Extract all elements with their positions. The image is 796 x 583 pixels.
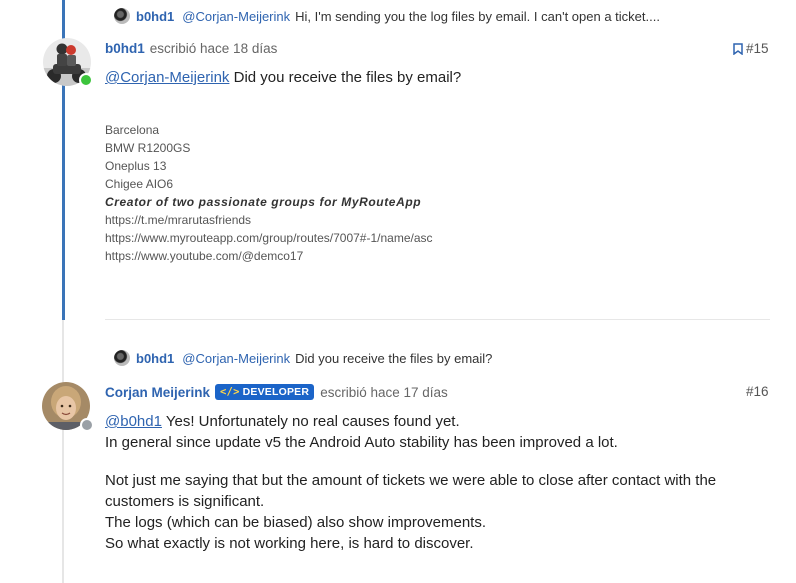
post-text: customers is significant. (105, 493, 265, 510)
post-text: The logs (which can be biased) also show… (105, 514, 487, 531)
post-divider (105, 319, 770, 320)
post-username[interactable]: b0hd1 (105, 41, 145, 56)
developer-badge[interactable]: </> DEVELOPER (215, 384, 315, 400)
post-paragraph: @b0hd1 Yes! Unfortunately no real causes… (105, 411, 785, 432)
online-status-icon (79, 73, 93, 87)
reply-username[interactable]: b0hd1 (136, 351, 174, 366)
offline-status-icon (80, 418, 94, 432)
post-text: Not just me saying that but the amount o… (105, 472, 717, 489)
post-number[interactable]: #15 (733, 41, 769, 56)
post-number[interactable]: #16 (746, 384, 769, 399)
reply-username[interactable]: b0hd1 (136, 9, 174, 24)
bookmark-icon[interactable] (733, 42, 743, 55)
reply-context[interactable]: b0hd1 @Corjan-Meijerink Hi, I'm sending … (114, 8, 660, 24)
signature-tagline: Creator of two passionate groups for MyR… (105, 195, 422, 209)
post-text: In general since update v5 the Android A… (105, 434, 618, 451)
user-mention[interactable]: @Corjan-Meijerink (105, 69, 229, 86)
post-text: Yes! Unfortunately no real causes found … (161, 413, 460, 430)
reply-avatar (114, 8, 130, 24)
thread-timeline (62, 320, 64, 583)
post-text: Did you receive the files by email? (229, 69, 462, 86)
signature-link[interactable]: https://www.youtube.com/@demco17 (105, 247, 433, 265)
reply-mention[interactable]: @Corjan-Meijerink (182, 351, 290, 366)
code-icon: </> (220, 386, 240, 398)
signature-link[interactable]: https://t.me/mrarutasfriends (105, 211, 433, 229)
reply-avatar (114, 350, 130, 366)
post-number-label: #16 (746, 384, 769, 399)
post-body: @b0hd1 Yes! Unfortunately no real causes… (105, 411, 785, 554)
post-text: So what exactly is not working here, is … (105, 535, 474, 552)
post-header: b0hd1 escribió hace 18 días (105, 41, 277, 56)
post-header: Corjan Meijerink </> DEVELOPER escribió … (105, 384, 448, 400)
reply-mention[interactable]: @Corjan-Meijerink (182, 9, 290, 24)
user-mention[interactable]: @b0hd1 (105, 413, 162, 430)
post-username[interactable]: Corjan Meijerink (105, 385, 210, 400)
signature-line: Chigee AIO6 (105, 177, 174, 191)
post-body: @Corjan-Meijerink Did you receive the fi… (105, 67, 461, 88)
signature-line: BMW R1200GS (105, 141, 191, 155)
reply-context[interactable]: b0hd1 @Corjan-Meijerink Did you receive … (114, 350, 492, 366)
reply-excerpt: Did you receive the files by email? (295, 350, 493, 366)
post-date[interactable]: escribió hace 17 días (320, 385, 448, 400)
reply-excerpt: Hi, I'm sending you the log files by ema… (295, 8, 660, 24)
post-date[interactable]: escribió hace 18 días (150, 41, 278, 56)
signature-link[interactable]: https://www.myrouteapp.com/group/routes/… (105, 229, 433, 247)
badge-label: DEVELOPER (242, 386, 310, 398)
signature: Barcelona BMW R1200GS Oneplus 13 Chigee … (105, 121, 433, 265)
post-number-label: #15 (746, 41, 769, 56)
signature-line: Barcelona (105, 123, 160, 137)
signature-line: Oneplus 13 (105, 159, 167, 173)
